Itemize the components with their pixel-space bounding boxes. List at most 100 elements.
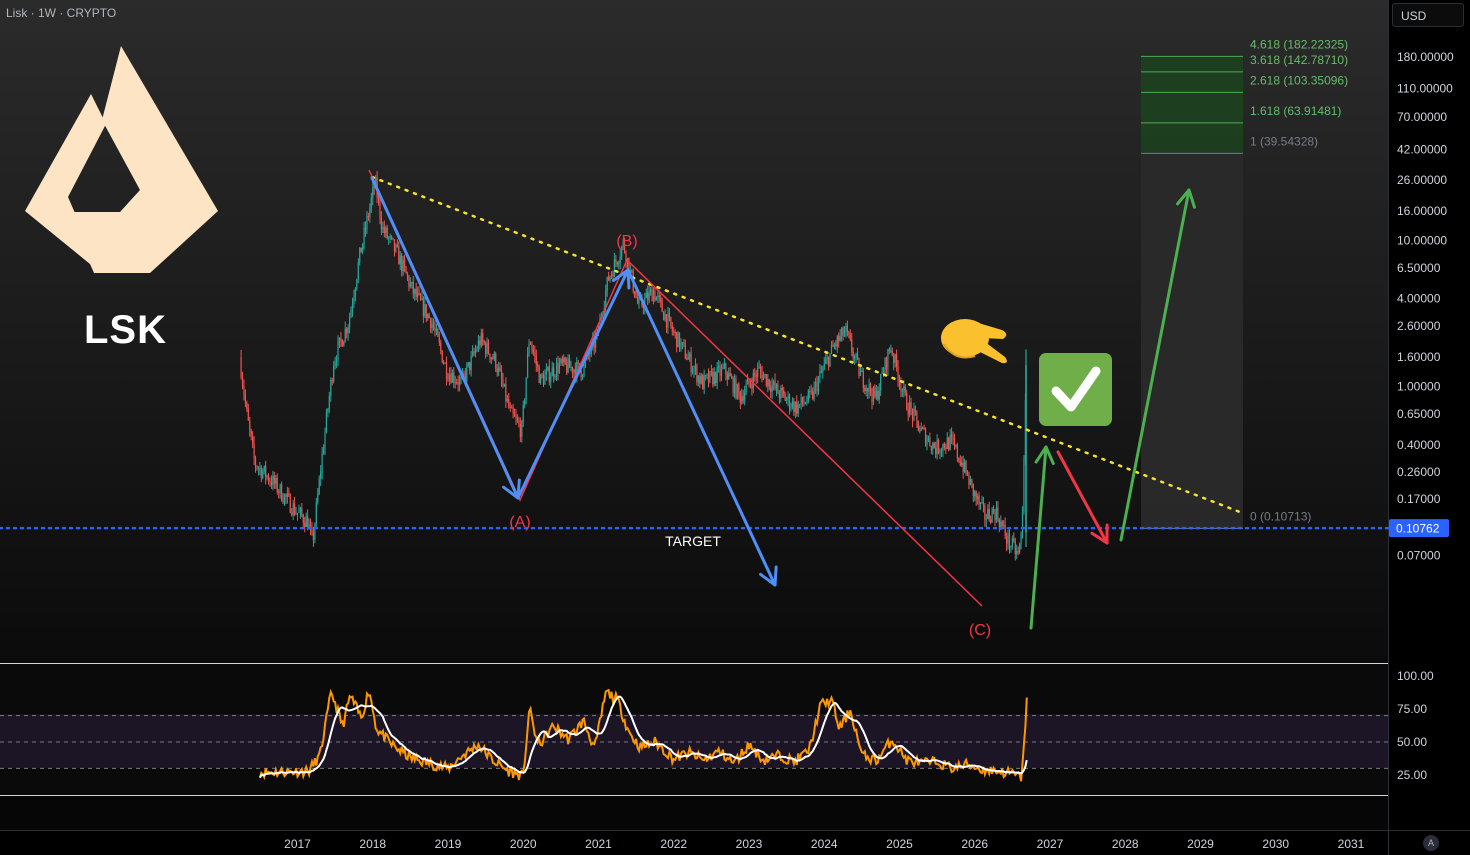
- price-axis-label: 0.17000: [1397, 492, 1441, 506]
- candle-body: [872, 387, 875, 402]
- price-axis-label: 1.00000: [1397, 380, 1441, 394]
- candle-body: [337, 342, 339, 361]
- candle-body: [247, 409, 249, 421]
- candle-body: [458, 378, 461, 385]
- candle-body: [483, 341, 485, 344]
- candle-body: [390, 236, 393, 238]
- candle-body: [564, 357, 566, 364]
- candle-body: [814, 382, 817, 387]
- candle-body: [631, 269, 633, 272]
- candle-body: [959, 460, 961, 466]
- candle-body: [616, 262, 618, 265]
- candle-body: [956, 445, 958, 458]
- price-axis-label: 0.07000: [1397, 548, 1441, 562]
- candle-body: [767, 379, 769, 386]
- candle-body: [364, 227, 367, 230]
- candle-body: [359, 247, 361, 263]
- candle-body: [758, 366, 760, 369]
- chart-window: 4.618 (182.22325) 3.618 (142.78710) 2.618 …: [0, 0, 1470, 855]
- candle-body: [609, 276, 611, 281]
- candle-body: [997, 507, 999, 520]
- candle-body: [836, 336, 838, 347]
- candle-body: [773, 381, 775, 385]
- candle-body: [518, 421, 520, 425]
- rsi-axis-label: 25.00: [1397, 768, 1427, 782]
- candle-body: [367, 216, 370, 218]
- candle-body: [975, 491, 977, 500]
- candle-body: [788, 395, 791, 409]
- candle-body: [797, 404, 799, 414]
- candle-body: [490, 357, 493, 360]
- candle-body: [331, 380, 333, 382]
- candle-body: [978, 495, 980, 505]
- candle-body: [979, 502, 982, 505]
- candle-body: [903, 386, 905, 391]
- candle-body: [765, 374, 767, 386]
- candle-body: [715, 372, 717, 383]
- candle-body: [553, 367, 555, 377]
- candle-body: [532, 349, 534, 353]
- candle-body: [887, 349, 889, 369]
- wave-label-b: (B): [616, 233, 637, 250]
- candle-body: [801, 397, 804, 404]
- candle-body: [301, 508, 303, 516]
- candle-body: [907, 409, 909, 415]
- candle-body: [561, 358, 563, 363]
- candle-body: [525, 377, 527, 400]
- candle-body: [415, 289, 417, 297]
- candle-body: [712, 371, 714, 385]
- candle-body: [395, 244, 397, 252]
- candle-body: [1014, 541, 1016, 555]
- candle-body: [935, 447, 937, 455]
- candle-body: [665, 314, 668, 328]
- price-axis-label: 4.00000: [1397, 292, 1441, 306]
- candle-body: [703, 375, 705, 390]
- fib-level-label: 1 (39.54328): [1250, 134, 1318, 148]
- auto-scale-button[interactable]: A: [1423, 835, 1439, 851]
- candle-body: [838, 336, 840, 341]
- candle-body: [448, 374, 451, 380]
- candle-body: [827, 357, 830, 367]
- candle-body: [893, 355, 895, 363]
- candle-body: [707, 374, 710, 383]
- candle-body: [783, 390, 785, 395]
- candle-body: [952, 436, 954, 441]
- symbol-title[interactable]: Lisk · 1W · CRYPTO: [6, 6, 116, 20]
- candle-body: [421, 298, 423, 300]
- wave-label-a: (A): [509, 514, 530, 531]
- price-chart[interactable]: 4.618 (182.22325) 3.618 (142.78710) 2.618 …: [0, 0, 1470, 855]
- candle-body: [771, 384, 773, 392]
- candle-body: [757, 368, 759, 377]
- candle-body: [933, 443, 935, 448]
- candle-body: [317, 493, 319, 503]
- candle-body: [842, 327, 844, 337]
- candle-body: [881, 372, 883, 375]
- rsi-axis-label: 75.00: [1397, 702, 1427, 716]
- candle-body: [369, 207, 371, 218]
- candle-body: [725, 363, 727, 374]
- candle-body: [294, 503, 296, 515]
- candle-body: [470, 355, 472, 371]
- candle-body: [998, 519, 1000, 528]
- candle-body: [282, 500, 284, 503]
- target-label: TARGET: [665, 533, 721, 549]
- candle-body: [835, 344, 837, 347]
- candle-body: [524, 399, 526, 405]
- candle-body: [486, 342, 488, 354]
- candle-body: [431, 323, 433, 329]
- candle-body: [851, 339, 853, 353]
- candle-body: [693, 368, 695, 371]
- candle-body: [825, 359, 827, 364]
- candle-body: [741, 396, 743, 403]
- candle-body: [502, 380, 504, 387]
- candle-body: [699, 375, 701, 384]
- currency-selector[interactable]: USD: [1392, 3, 1464, 27]
- candle-body: [806, 401, 808, 404]
- price-axis-label: 16.00000: [1397, 204, 1447, 218]
- candle-body: [843, 331, 846, 337]
- candle-body: [542, 376, 545, 385]
- candle-body: [292, 503, 294, 515]
- check-mark-icon: [1039, 353, 1112, 426]
- candle-body: [500, 370, 503, 381]
- candle-body: [424, 304, 426, 316]
